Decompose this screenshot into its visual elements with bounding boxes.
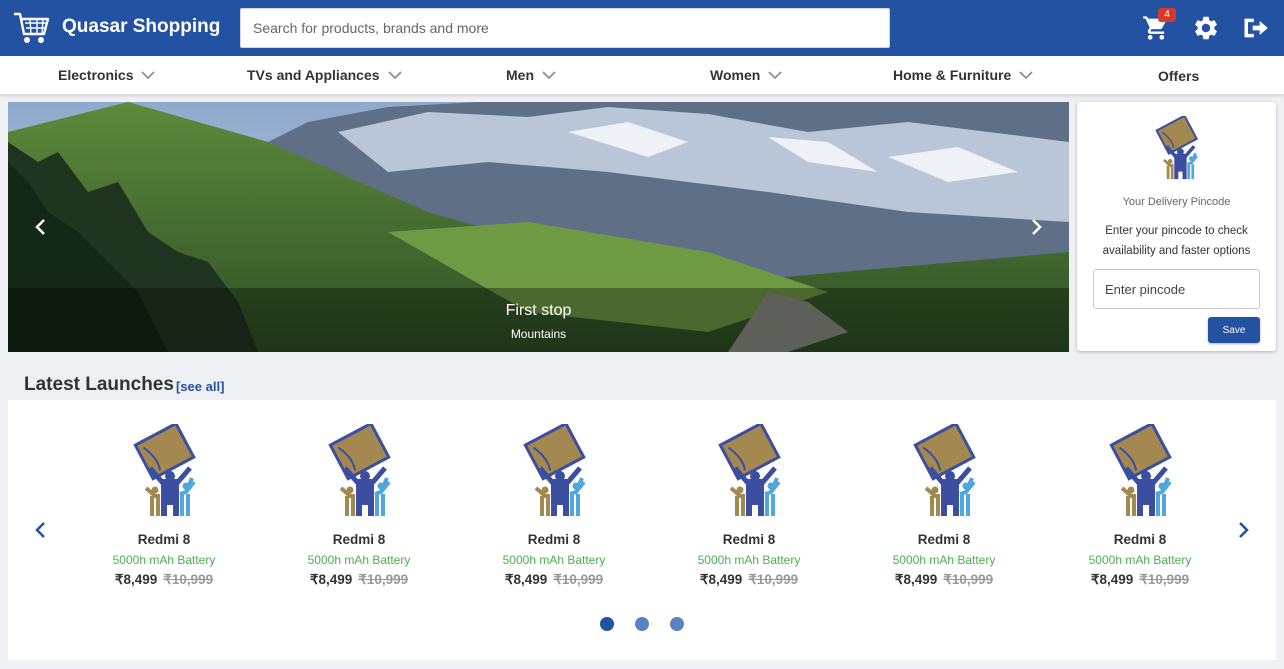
brand-name[interactable]: Quasar Shopping	[62, 16, 220, 38]
product-original-price: ₹10,999	[358, 572, 409, 587]
delivery-pincode-card: Your Delivery Pincode Enter your pincode…	[1077, 102, 1276, 351]
nav-item-label: Home & Furniture	[893, 67, 1012, 83]
nav-item-offers[interactable]: Offers	[1158, 57, 1199, 95]
product-name: Redmi 8	[722, 532, 776, 547]
product-original-price: ₹10,999	[553, 572, 604, 587]
settings-icon[interactable]	[1192, 14, 1220, 42]
hero-carousel: First stop Mountains	[8, 102, 1069, 352]
chevron-down-icon	[387, 71, 402, 80]
product-image-icon	[913, 424, 976, 516]
product-name: Redmi 8	[917, 532, 971, 547]
nav-item-men[interactable]: Men	[506, 56, 556, 94]
pincode-description: Enter your pincode to check availability…	[1102, 225, 1251, 257]
product-name: Redmi 8	[527, 532, 581, 547]
product-price: ₹8,499	[309, 572, 353, 587]
product-name: Redmi 8	[332, 532, 386, 547]
nav-item-women[interactable]: Women	[710, 56, 782, 94]
carousel-page-dot-3[interactable]	[670, 617, 684, 631]
product-price-row: ₹8,499 ₹10,999	[89, 572, 239, 588]
product-name: Redmi 8	[1113, 532, 1167, 547]
nav-item-label: Offers	[1158, 68, 1200, 84]
carousel-page-dot-2[interactable]	[635, 617, 649, 631]
carousel-page-dot-1[interactable]	[600, 617, 614, 631]
product-name: Redmi 8	[137, 532, 191, 547]
product-card[interactable]: Redmi 8 5000h mAh Battery ₹8,499 ₹10,999	[89, 422, 239, 594]
nav-item-label: Men	[506, 67, 534, 83]
product-card[interactable]: Redmi 8 5000h mAh Battery ₹8,499 ₹10,999	[284, 422, 434, 594]
product-feature: 5000h mAh Battery	[502, 553, 606, 567]
chevron-down-icon	[542, 71, 556, 80]
product-price-row: ₹8,499 ₹10,999	[1065, 572, 1215, 588]
products-prev-arrow-icon[interactable]	[31, 519, 51, 541]
product-card[interactable]: Redmi 8 5000h mAh Battery ₹8,499 ₹10,999	[869, 422, 1019, 594]
shopping-cart-logo-icon[interactable]	[12, 10, 50, 46]
save-pincode-button[interactable]: Save	[1208, 317, 1260, 343]
carousel-caption-title: First stop	[505, 302, 572, 319]
product-price: ₹8,499	[1090, 572, 1134, 587]
nav-item-electronics[interactable]: Electronics	[58, 56, 156, 94]
product-feature: 5000h mAh Battery	[892, 553, 996, 567]
product-original-price: ₹10,999	[163, 572, 214, 587]
nav-item-label: TVs and Appliances	[247, 67, 380, 83]
carousel-next-arrow-icon[interactable]	[1025, 216, 1047, 238]
nav-item-tvs-and-appliances[interactable]: TVs and Appliances	[247, 56, 402, 94]
product-original-price: ₹10,999	[748, 572, 799, 587]
logout-icon[interactable]	[1241, 14, 1269, 42]
product-feature: 5000h mAh Battery	[1088, 553, 1192, 567]
carousel-prev-arrow-icon[interactable]	[30, 216, 52, 238]
see-all-link[interactable]: [see all]	[176, 379, 224, 394]
product-image-icon	[133, 424, 196, 516]
search-input[interactable]	[240, 8, 890, 48]
delivery-people-icon	[1155, 116, 1199, 180]
product-price: ₹8,499	[504, 572, 548, 587]
section-title: Latest Launches	[24, 374, 174, 395]
chevron-down-icon	[768, 71, 782, 80]
product-original-price: ₹10,999	[943, 572, 994, 587]
product-image-icon	[523, 424, 586, 516]
carousel-caption-subtitle: Mountains	[510, 327, 567, 341]
product-price-row: ₹8,499 ₹10,999	[284, 572, 434, 588]
product-image-icon	[1109, 424, 1172, 516]
product-price: ₹8,499	[894, 572, 938, 587]
category-nav: Electronics TVs and Appliances Men Women…	[0, 56, 1284, 94]
product-price-row: ₹8,499 ₹10,999	[674, 572, 824, 588]
product-feature: 5000h mAh Battery	[697, 553, 801, 567]
nav-item-label: Women	[710, 67, 761, 83]
product-original-price: ₹10,999	[1139, 572, 1190, 587]
product-image-icon	[718, 424, 781, 516]
chevron-down-icon	[1019, 71, 1033, 80]
product-price: ₹8,499	[699, 572, 743, 587]
product-feature: 5000h mAh Battery	[112, 553, 216, 567]
product-card[interactable]: Redmi 8 5000h mAh Battery ₹8,499 ₹10,999	[1065, 422, 1215, 594]
pincode-title: Your Delivery Pincode	[1122, 196, 1231, 208]
products-next-arrow-icon[interactable]	[1233, 519, 1253, 541]
top-header: Quasar Shopping 4	[0, 0, 1284, 56]
product-price-row: ₹8,499 ₹10,999	[869, 572, 1019, 588]
nav-item-home-and-furniture[interactable]: Home & Furniture	[893, 56, 1033, 94]
chevron-down-icon	[141, 71, 156, 80]
product-price-row: ₹8,499 ₹10,999	[479, 572, 629, 588]
nav-item-label: Electronics	[58, 67, 134, 83]
product-feature: 5000h mAh Battery	[307, 553, 411, 567]
product-image-icon	[328, 424, 391, 516]
carousel-caption-backdrop	[8, 288, 1069, 352]
product-card[interactable]: Redmi 8 5000h mAh Battery ₹8,499 ₹10,999	[674, 422, 824, 594]
product-price: ₹8,499	[114, 572, 158, 587]
pincode-input[interactable]	[1093, 269, 1260, 309]
cart-count-badge: 4	[1158, 8, 1176, 22]
product-card[interactable]: Redmi 8 5000h mAh Battery ₹8,499 ₹10,999	[479, 422, 629, 594]
